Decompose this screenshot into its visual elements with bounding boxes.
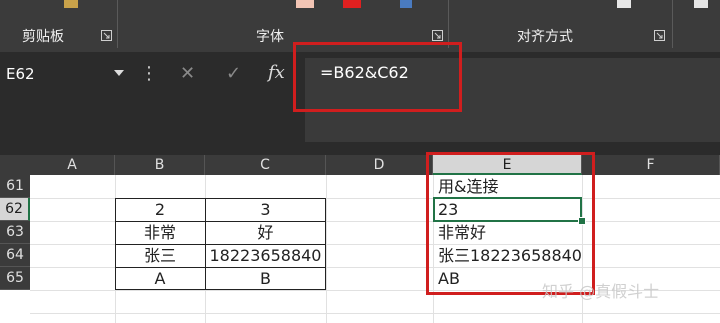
fill-color-swatch-icon[interactable]: [343, 0, 361, 8]
insert-function-icon[interactable]: fx: [268, 61, 285, 85]
fill-handle[interactable]: [578, 217, 586, 225]
alignment-dialog-launcher-icon[interactable]: [654, 30, 665, 41]
row-header-64[interactable]: 64: [0, 244, 30, 267]
cell-e61[interactable]: 用&连接: [438, 176, 498, 198]
cell-e63[interactable]: 非常好: [438, 222, 486, 244]
cell-b63[interactable]: 非常: [115, 222, 205, 244]
cell-e65[interactable]: AB: [438, 268, 460, 290]
name-box-value: E62: [6, 65, 35, 83]
column-header-a[interactable]: A: [30, 155, 115, 175]
align-icon[interactable]: [400, 0, 412, 8]
watermark: 知乎 @真假斗士: [542, 282, 660, 301]
font-dialog-launcher-icon[interactable]: [432, 30, 443, 41]
ribbon-separator: [672, 0, 673, 48]
font-group-label: 字体: [256, 29, 284, 45]
alignment-group-label: 对齐方式: [517, 29, 573, 45]
wrap-icon[interactable]: [617, 0, 631, 8]
column-header-b[interactable]: B: [115, 155, 205, 175]
select-all-corner[interactable]: [0, 155, 30, 175]
font-color-swatch-icon[interactable]: [296, 0, 314, 8]
merge-icon[interactable]: [694, 0, 708, 8]
row-header-65[interactable]: 65: [0, 267, 30, 290]
formula-text: =B62&C62: [320, 63, 409, 82]
ribbon-separator: [117, 0, 118, 48]
column-header-c[interactable]: C: [205, 155, 326, 175]
ribbon-separator: [448, 0, 449, 48]
paintbrush-icon[interactable]: [64, 0, 78, 8]
more-options-icon[interactable]: ⋮: [140, 62, 158, 86]
cell-c65[interactable]: B: [205, 268, 326, 290]
column-header-e[interactable]: E: [433, 155, 582, 175]
column-header-d[interactable]: D: [326, 155, 433, 175]
ribbon: 剪贴板 字体 对齐方式: [0, 0, 720, 52]
row-header-62[interactable]: 62: [0, 198, 30, 221]
column-header-f[interactable]: F: [582, 155, 720, 175]
cell-c64[interactable]: 18223658840: [205, 245, 326, 267]
name-box[interactable]: E62: [0, 60, 130, 88]
cancel-icon[interactable]: ✕: [180, 62, 195, 86]
cell-e64[interactable]: 张三18223658840: [438, 245, 582, 267]
clipboard-dialog-launcher-icon[interactable]: [101, 30, 112, 41]
gridline: [326, 175, 327, 323]
cell-b65[interactable]: A: [115, 268, 205, 290]
cell-c62[interactable]: 3: [205, 199, 326, 221]
cell-b62[interactable]: 2: [115, 199, 205, 221]
row-header-63[interactable]: 63: [0, 221, 30, 244]
clipboard-group-label: 剪贴板: [22, 29, 64, 45]
chevron-down-icon[interactable]: [114, 70, 124, 76]
active-cell-selection: [433, 197, 582, 222]
enter-icon[interactable]: ✓: [226, 62, 241, 86]
gridline: [30, 313, 720, 314]
cell-b64[interactable]: 张三: [115, 245, 205, 267]
row-header-61[interactable]: 61: [0, 175, 30, 198]
cell-c63[interactable]: 好: [205, 222, 326, 244]
